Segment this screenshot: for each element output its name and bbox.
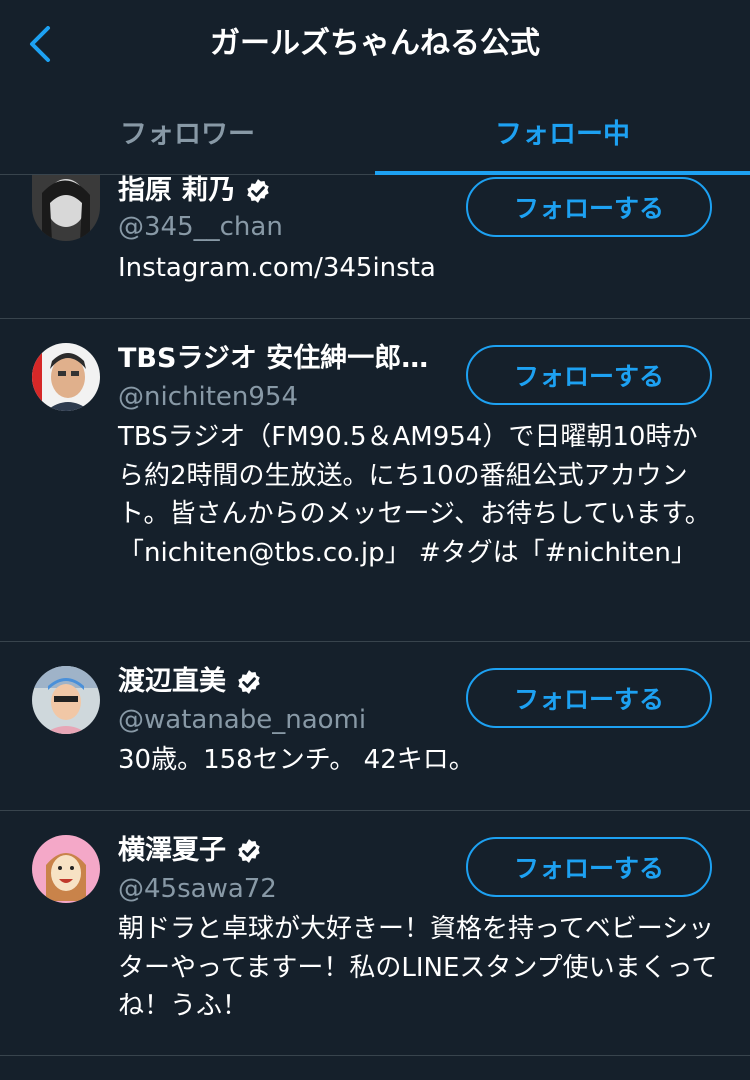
avatar — [32, 835, 100, 903]
user-bio: Instagram.com/345insta — [118, 253, 436, 283]
user-handle: @nichiten954 — [118, 382, 298, 412]
verified-badge-icon — [238, 670, 260, 694]
user-name: 渡辺直美 — [118, 666, 226, 697]
user-name-row: 指原 莉乃 — [118, 173, 271, 209]
user-handle: @345__chan — [118, 212, 283, 242]
list-item[interactable]: TBSラジオ 安住紳一郎… @nichiten954 TBSラジオ（FM90.5… — [0, 319, 750, 642]
user-handle: @watanabe_naomi — [118, 705, 367, 735]
user-handle: @45sawa72 — [118, 874, 277, 904]
user-name-row: 横澤夏子 — [118, 833, 262, 869]
verified-badge-icon — [238, 839, 260, 863]
user-bio: TBSラジオ（FM90.5＆AM954）で日曜朝10時から約2時間の生放送。にち… — [118, 422, 711, 568]
tab-followers[interactable]: フォロワー — [0, 88, 375, 174]
list-item[interactable]: 指原 莉乃 @345__chan Instagram.com/345insta … — [0, 175, 750, 319]
follow-button[interactable]: フォローする — [466, 837, 712, 897]
list-item[interactable]: 渡辺直美 @watanabe_naomi 30歳。158センチ。 42キロ。 フ… — [0, 642, 750, 811]
tab-following[interactable]: フォロー中 — [375, 88, 750, 174]
verified-badge-icon — [247, 179, 270, 203]
user-name: 横澤夏子 — [118, 835, 226, 866]
avatar — [32, 343, 100, 411]
page-title: ガールズちゃんねる公式 — [210, 26, 540, 61]
user-name: TBSラジオ 安住紳一郎… — [118, 343, 429, 374]
user-name-row: 渡辺直美 — [118, 664, 262, 700]
top-bar: ガールズちゃんねる公式 — [0, 0, 750, 88]
user-bio: 朝ドラと卓球が大好きー！資格を持ってベビーシッターやってますー！私のLINEスタ… — [118, 914, 718, 1021]
tab-bar: フォロワー フォロー中 — [0, 88, 750, 175]
follow-button[interactable]: フォローする — [466, 345, 712, 405]
list-item[interactable]: 横澤夏子 @45sawa72 朝ドラと卓球が大好きー！資格を持ってベビーシッター… — [0, 811, 750, 1056]
avatar — [32, 175, 100, 241]
user-name: 指原 莉乃 — [118, 175, 236, 206]
avatar — [32, 666, 100, 734]
follow-button[interactable]: フォローする — [466, 668, 712, 728]
user-name-row: TBSラジオ 安住紳一郎… — [118, 341, 428, 377]
user-bio: 30歳。158センチ。 42キロ。 — [118, 745, 475, 775]
follow-button[interactable]: フォローする — [466, 177, 712, 237]
